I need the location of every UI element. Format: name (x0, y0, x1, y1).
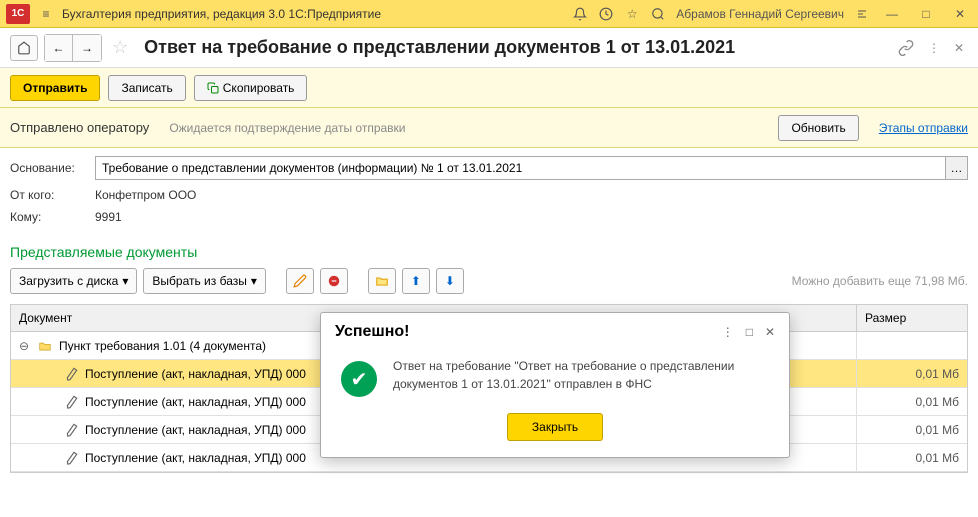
basis-label: Основание: (10, 161, 95, 175)
star-icon[interactable]: ☆ (624, 6, 640, 22)
doc-toolbar: Загрузить с диска▾ Выбрать из базы▾ ⬆ ⬇ … (0, 264, 978, 298)
from-label: От кого: (10, 188, 95, 202)
send-button[interactable]: Отправить (10, 75, 100, 101)
search-icon[interactable] (650, 6, 666, 22)
row-size: 0,01 Мб (857, 367, 967, 381)
minimize-button[interactable]: — (880, 6, 904, 22)
load-from-disk-button[interactable]: Загрузить с диска▾ (10, 268, 137, 294)
copy-button[interactable]: Скопировать (194, 75, 308, 101)
success-check-icon: ✔ (341, 361, 377, 397)
status-waiting: Ожидается подтверждение даты отправки (169, 121, 758, 135)
from-value: Конфетпром ООО (95, 188, 196, 202)
row-size: 0,01 Мб (857, 423, 967, 437)
row-size: 0,01 Мб (857, 395, 967, 409)
move-down-button[interactable]: ⬇ (436, 268, 464, 294)
close-doc-button[interactable]: ✕ (954, 41, 964, 55)
save-button[interactable]: Записать (108, 75, 185, 101)
move-up-button[interactable]: ⬆ (402, 268, 430, 294)
basis-input[interactable]: Требование о представлении документов (и… (95, 156, 946, 180)
close-window-button[interactable]: ✕ (948, 6, 972, 22)
menu-icon[interactable]: ≡ (38, 6, 54, 22)
edit-button[interactable] (286, 268, 314, 294)
success-dialog: Успешно! ⋮ □ ✕ ✔ Ответ на требование "От… (320, 312, 790, 458)
more-icon[interactable]: ⋮ (928, 41, 940, 55)
favorite-star-icon[interactable]: ☆ (112, 37, 128, 58)
nav-toolbar: ← → ☆ Ответ на требование о представлени… (0, 28, 978, 68)
dialog-text: Ответ на требование "Ответ на требование… (393, 357, 769, 393)
doc-edit-icon (64, 421, 80, 437)
folder-icon (37, 339, 53, 353)
section-title: Представляемые документы (0, 240, 978, 264)
maximize-button[interactable]: □ (914, 6, 938, 22)
dialog-close-icon[interactable]: ✕ (765, 325, 775, 339)
user-menu-icon[interactable] (854, 6, 870, 22)
doc-title: Ответ на требование о представлении доку… (144, 37, 888, 58)
status-bar: Отправлено оператору Ожидается подтвержд… (0, 108, 978, 148)
titlebar: 1C ≡ Бухгалтерия предприятия, редакция 3… (0, 0, 978, 28)
stages-link[interactable]: Этапы отправки (879, 121, 968, 135)
delete-button[interactable] (320, 268, 348, 294)
doc-edit-icon (64, 449, 80, 465)
app-logo: 1C (6, 4, 30, 24)
home-button[interactable] (10, 35, 38, 61)
row-doc-name: Поступление (акт, накладная, УПД) 000 (85, 395, 306, 409)
app-title: Бухгалтерия предприятия, редакция 3.0 1С… (62, 7, 564, 21)
history-icon[interactable] (598, 6, 614, 22)
select-from-base-button[interactable]: Выбрать из базы▾ (143, 268, 266, 294)
action-bar: Отправить Записать Скопировать (0, 68, 978, 108)
dialog-more-icon[interactable]: ⋮ (722, 325, 734, 339)
bell-icon[interactable] (572, 6, 588, 22)
row-doc-name: Поступление (акт, накладная, УПД) 000 (85, 423, 306, 437)
user-name[interactable]: Абрамов Геннадий Сергеевич (676, 7, 844, 21)
to-label: Кому: (10, 210, 95, 224)
collapse-icon[interactable]: ⊖ (19, 339, 31, 353)
link-icon[interactable] (898, 40, 914, 56)
row-doc-name: Поступление (акт, накладная, УПД) 000 (85, 451, 306, 465)
row-doc-name: Поступление (акт, накладная, УПД) 000 (85, 367, 306, 381)
doc-edit-icon (64, 365, 80, 381)
back-button[interactable]: ← (45, 35, 73, 61)
dialog-close-button[interactable]: Закрыть (507, 413, 603, 441)
to-value: 9991 (95, 210, 122, 224)
doc-edit-icon (64, 393, 80, 409)
basis-select-button[interactable]: … (946, 156, 968, 180)
row-size: 0,01 Мб (857, 451, 967, 465)
size-hint: Можно добавить еще 71,98 Мб. (792, 274, 968, 288)
refresh-button[interactable]: Обновить (778, 115, 858, 141)
group-button[interactable] (368, 268, 396, 294)
dialog-title: Успешно! (335, 323, 722, 341)
group-label: Пункт требования 1.01 (4 документа) (59, 339, 266, 353)
forward-button[interactable]: → (73, 35, 101, 61)
status-sent: Отправлено оператору (10, 120, 149, 135)
dialog-maximize-icon[interactable]: □ (746, 325, 753, 339)
col-size[interactable]: Размер (857, 305, 967, 331)
form-area: Основание: Требование о представлении до… (0, 148, 978, 240)
